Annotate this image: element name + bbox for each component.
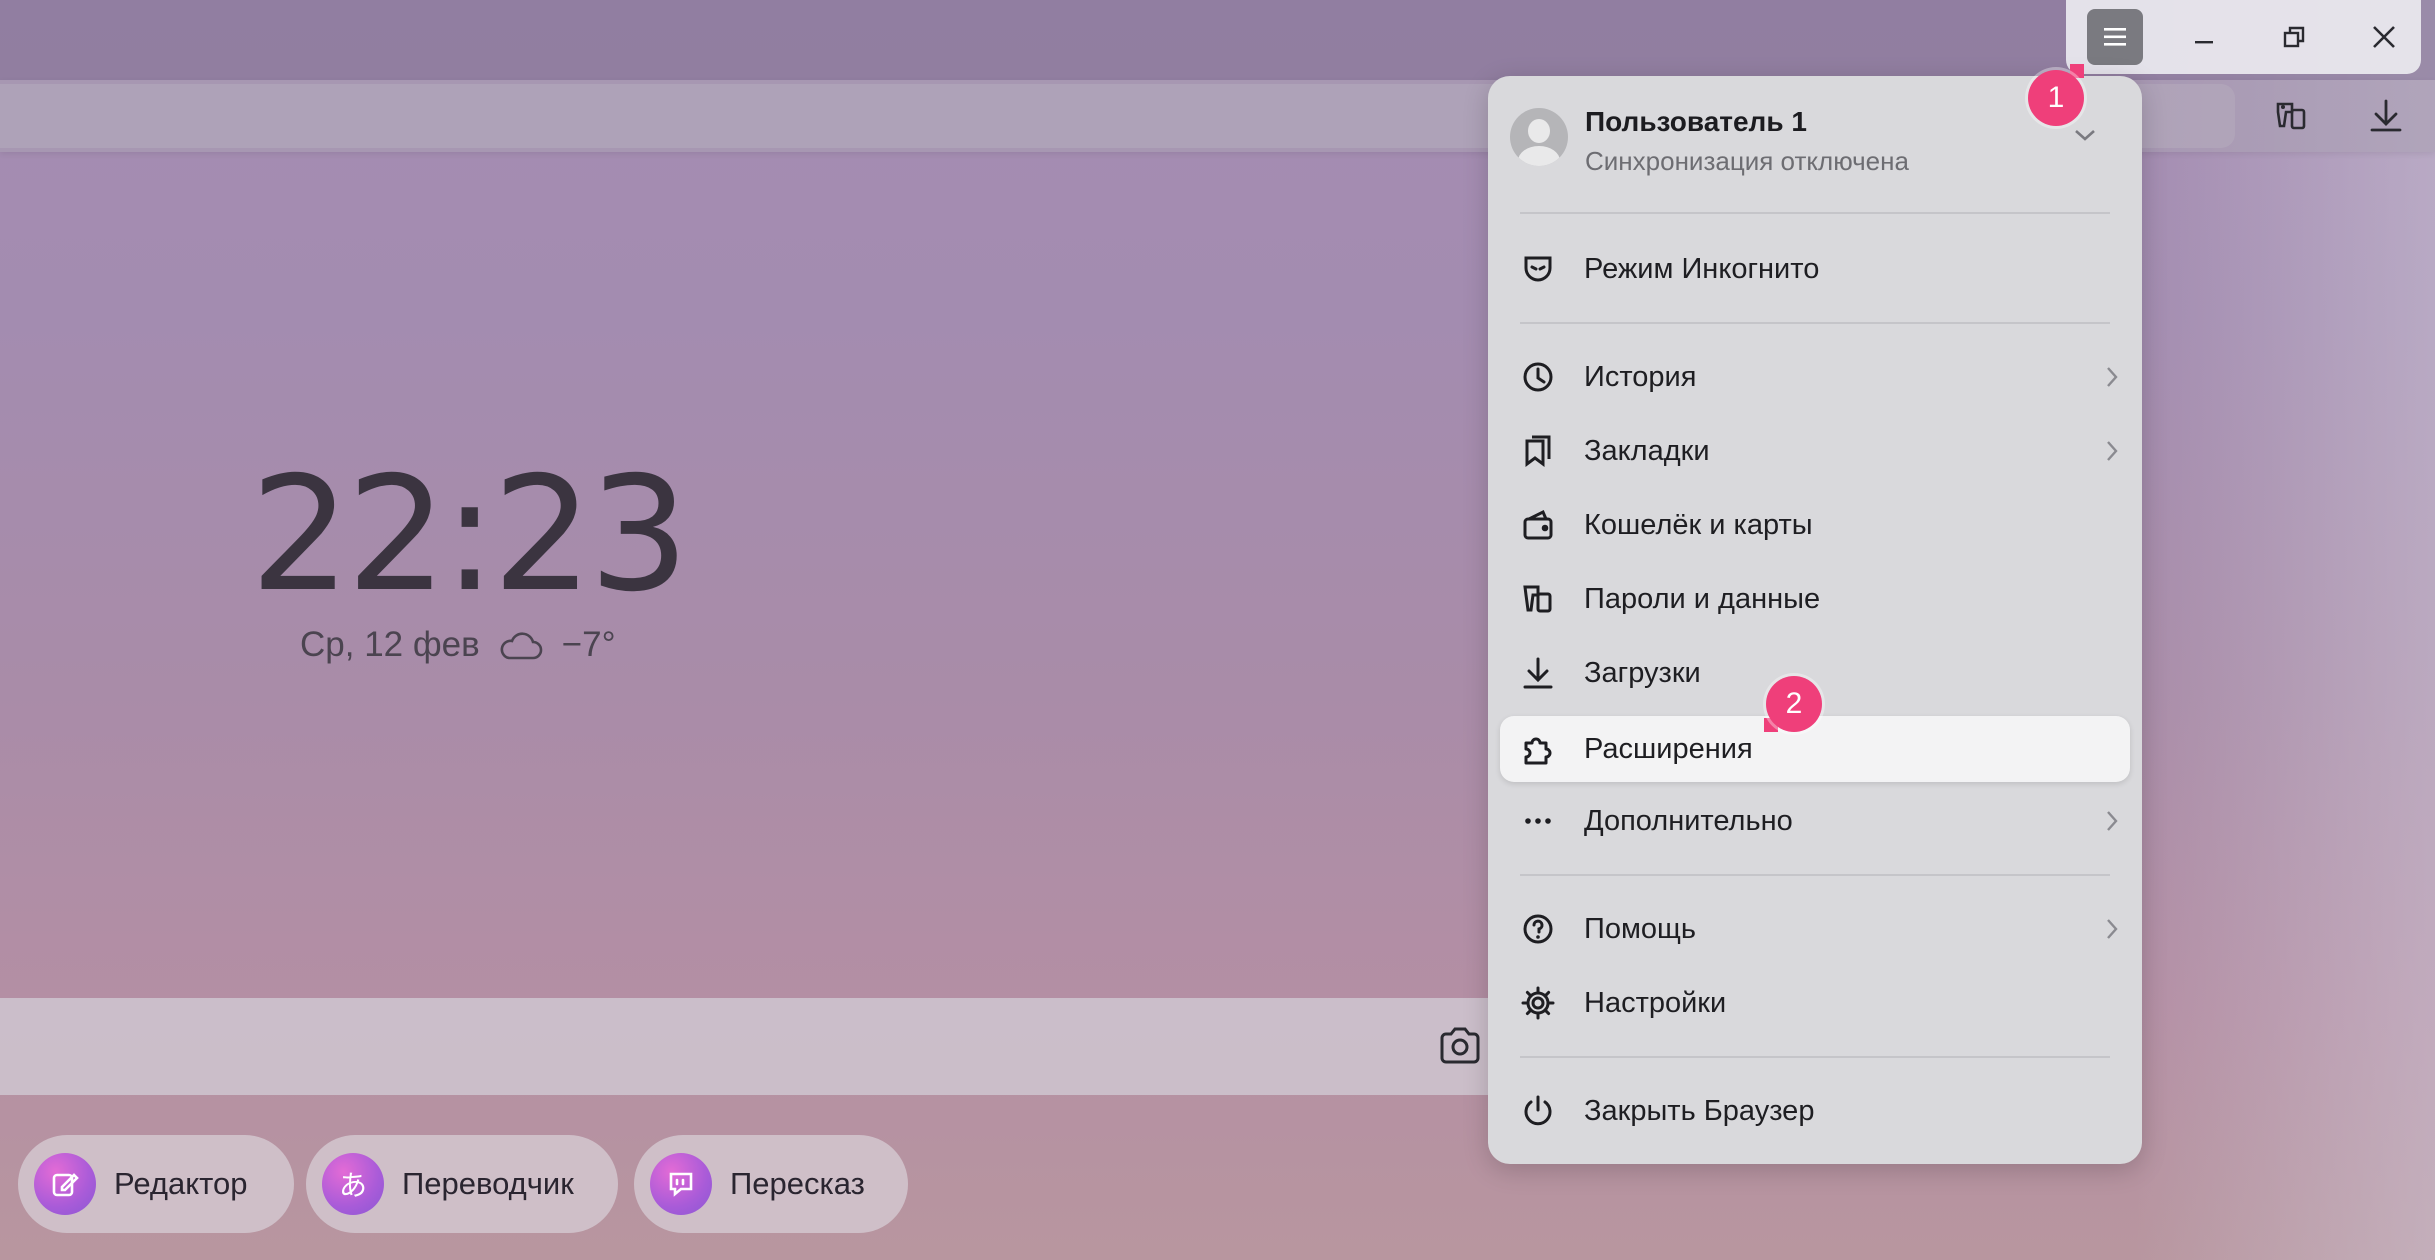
menu-item-wallet[interactable]: Кошелёк и карты xyxy=(1500,492,2130,558)
passwords-toolbar-icon[interactable] xyxy=(2266,90,2318,142)
user-name[interactable]: Пользователь 1 xyxy=(1585,106,1807,138)
menu-item-incognito[interactable] xyxy=(1500,164,2130,230)
translator-icon: あ xyxy=(322,1153,384,1215)
restore-icon xyxy=(2283,26,2305,48)
power-icon xyxy=(1518,1091,1558,1131)
gear-icon xyxy=(1518,983,1558,1023)
date-text: Ср, 12 фев xyxy=(300,625,480,664)
restore-button[interactable] xyxy=(2266,9,2322,65)
menu-item-label: Дополнительно xyxy=(1584,804,1793,837)
chevron-right-icon xyxy=(2102,914,2122,944)
menu-item-label: Закрыть Браузер xyxy=(1584,1094,1815,1127)
minimize-icon xyxy=(2195,41,2213,44)
avatar[interactable] xyxy=(1510,108,1568,166)
minimize-button[interactable] xyxy=(2176,9,2232,65)
download-icon xyxy=(1518,653,1558,693)
menu-divider xyxy=(1520,1056,2110,1058)
editor-icon xyxy=(34,1153,96,1215)
chevron-down-icon xyxy=(2075,130,2095,141)
menu-item-label: Пароли и данные xyxy=(1584,582,1821,615)
close-icon xyxy=(2373,26,2395,48)
menu-item-more[interactable]: Дополнительно xyxy=(1500,788,2130,854)
chip-retell[interactable]: Пересказ xyxy=(634,1135,908,1233)
chevron-right-icon xyxy=(2102,806,2122,836)
menu-item-label: История xyxy=(1584,360,1697,393)
retell-icon xyxy=(650,1153,712,1215)
chip-editor-label: Редактор xyxy=(114,1166,248,1201)
step-badge-2: 2 xyxy=(1766,676,1822,732)
menu-item-label: Закладки xyxy=(1584,434,1710,467)
menu-item-label: Расширения xyxy=(1584,732,1753,765)
window-controls xyxy=(2066,0,2421,74)
clock-hours: 22 xyxy=(250,443,447,627)
search-bar[interactable] xyxy=(0,998,1490,1095)
user-switch-chevron[interactable] xyxy=(2068,118,2102,152)
menu-item-label: Настройки xyxy=(1584,986,1727,1019)
menu-item-label: Загрузки xyxy=(1584,656,1701,689)
more-dots-icon xyxy=(1518,801,1558,841)
clock-widget: 22:23 xyxy=(250,443,689,627)
chip-translator[interactable]: あ Переводчик xyxy=(306,1135,618,1233)
background-right-glow xyxy=(2135,0,2435,1260)
chevron-right-icon xyxy=(2102,362,2122,392)
menu-divider xyxy=(1520,322,2110,324)
browser-menu: Пользователь 1 Синхронизация отключена Р… xyxy=(1488,76,2142,1164)
menu-item-settings[interactable]: Настройки xyxy=(1500,970,2130,1036)
chip-retell-label: Пересказ xyxy=(730,1166,865,1201)
menu-item-label: Режим Инкогнито xyxy=(1584,252,1820,285)
bookmarks-icon xyxy=(1518,431,1558,471)
clock-separator: : xyxy=(443,443,496,627)
camera-search-button[interactable] xyxy=(1430,1018,1490,1074)
temperature: −7° xyxy=(561,625,616,664)
hamburger-icon xyxy=(2104,28,2126,46)
puzzle-icon xyxy=(1518,729,1558,769)
menu-item-help[interactable]: Помощь xyxy=(1500,896,2130,962)
wallet-icon xyxy=(1518,505,1558,545)
passwords-icon xyxy=(1518,579,1558,619)
menu-item-label: Помощь xyxy=(1584,912,1697,945)
menu-item-bookmarks[interactable]: Закладки xyxy=(1500,418,2130,484)
incognito-mask-icon xyxy=(1518,249,1558,289)
clock-icon xyxy=(1518,357,1558,397)
help-icon xyxy=(1518,909,1558,949)
close-window-button[interactable] xyxy=(2356,9,2412,65)
menu-item-label: Кошелёк и карты xyxy=(1584,508,1813,541)
menu-item-close-browser[interactable]: Закрыть Браузер xyxy=(1500,1078,2130,1144)
cloud-icon xyxy=(500,632,542,660)
camera-icon xyxy=(1440,1027,1480,1064)
browser-menu-button[interactable] xyxy=(2087,9,2143,65)
menu-item-extensions[interactable]: Расширения xyxy=(1500,716,2130,782)
chevron-right-icon xyxy=(2102,436,2122,466)
downloads-toolbar-icon[interactable] xyxy=(2360,90,2412,142)
menu-divider xyxy=(1520,874,2110,876)
menu-item-passwords[interactable]: Пароли и данные xyxy=(1500,566,2130,632)
menu-item-incognito-row[interactable]: Режим Инкогнито xyxy=(1500,236,2130,302)
step-badge-1: 1 xyxy=(2028,70,2084,126)
clock-minutes: 23 xyxy=(492,443,689,627)
chip-translator-label: Переводчик xyxy=(402,1166,574,1201)
menu-item-history[interactable]: История xyxy=(1500,344,2130,410)
date-weather: Ср, 12 фев −7° xyxy=(300,620,660,670)
chip-editor[interactable]: Редактор xyxy=(18,1135,294,1233)
